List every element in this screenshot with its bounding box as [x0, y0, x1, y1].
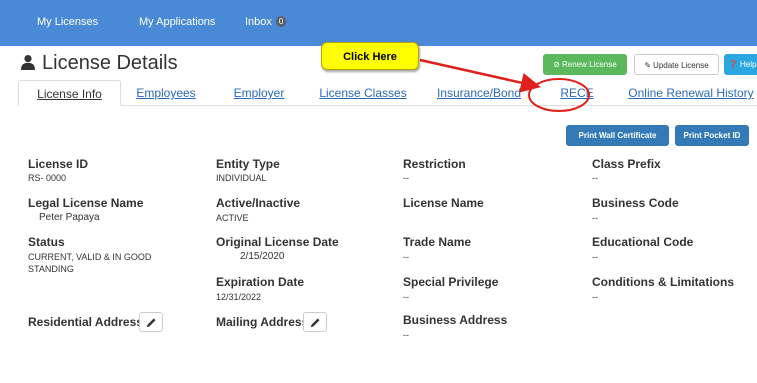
pencil-icon [310, 318, 320, 328]
trade-name-value: -- [403, 252, 409, 262]
original-license-date-label: Original License Date [216, 235, 339, 249]
nav-my-applications[interactable]: My Applications [139, 16, 215, 28]
original-license-date-value: 2/15/2020 [240, 251, 285, 262]
educational-code-label: Educational Code [592, 235, 694, 249]
nav-inbox-label: Inbox [245, 16, 272, 28]
legal-license-name-value: Peter Papaya [39, 212, 100, 223]
help-label: Help [739, 60, 757, 69]
trade-name-label: Trade Name [403, 235, 472, 249]
nav-inbox[interactable]: Inbox 0 [245, 16, 287, 28]
status-label: Status [28, 235, 65, 249]
update-license-label: Update License [653, 61, 709, 70]
edit-icon: ✎ [644, 61, 652, 70]
business-code-value: -- [592, 213, 598, 223]
tab-employer[interactable]: Employer [224, 80, 294, 106]
status-value-line2: STANDING [28, 264, 74, 274]
mailing-address-label: Mailing Address [216, 315, 309, 329]
business-address-value: -- [403, 330, 409, 340]
class-prefix-label: Class Prefix [592, 157, 661, 171]
active-inactive-label: Active/Inactive [216, 196, 301, 210]
renew-license-button[interactable]: ⊘ Renew License [543, 54, 627, 75]
legal-license-name-label: Legal License Name [28, 196, 144, 210]
update-license-button[interactable]: ✎ Update License [634, 54, 719, 75]
print-wall-certificate-button[interactable]: Print Wall Certificate [566, 125, 669, 146]
edit-residential-address-button[interactable] [139, 312, 163, 332]
page-title: License Details [20, 52, 178, 75]
business-code-label: Business Code [592, 196, 679, 210]
print-pocket-id-button[interactable]: Print Pocket ID [675, 125, 749, 146]
help-button[interactable]: ❓ Help [724, 54, 757, 75]
license-tabs: License Info Employees Employer License … [18, 80, 757, 106]
conditions-limitations-value: -- [592, 292, 598, 302]
question-circle-icon: ❓ [728, 60, 738, 69]
special-privilege-label: Special Privilege [403, 275, 499, 289]
educational-code-value: -- [592, 252, 598, 262]
tab-insurance-bond[interactable]: Insurance/Bond [433, 80, 525, 106]
status-value-line1: CURRENT, VALID & IN GOOD [28, 252, 152, 262]
pencil-icon [146, 318, 156, 328]
active-inactive-value: ACTIVE [216, 213, 249, 223]
tab-rece[interactable]: RECE [553, 80, 601, 106]
click-here-callout: Click Here [321, 42, 419, 70]
license-id-label: License ID [28, 157, 89, 171]
inbox-count-badge: 0 [275, 16, 287, 27]
special-privilege-value: -- [403, 292, 409, 302]
expiration-date-label: Expiration Date [216, 275, 305, 289]
ban-icon: ⊘ [553, 60, 560, 69]
expiration-date-value: 12/31/2022 [216, 292, 262, 302]
license-name-label: License Name [403, 196, 484, 210]
tab-employees[interactable]: Employees [126, 80, 206, 106]
class-prefix-value: -- [592, 173, 598, 183]
restriction-label: Restriction [403, 157, 466, 171]
conditions-limitations-label: Conditions & Limitations [592, 275, 734, 289]
license-id-value: RS- 0000 [28, 173, 67, 183]
renew-license-label: Renew License [562, 60, 617, 69]
entity-type-value: INDIVIDUAL [216, 173, 267, 183]
top-navbar: My Licenses My Applications Inbox 0 [0, 0, 757, 46]
residential-address-label: Residential Address [28, 315, 143, 329]
nav-my-licenses[interactable]: My Licenses [37, 16, 98, 28]
edit-mailing-address-button[interactable] [303, 312, 327, 332]
tab-online-renewal-history[interactable]: Online Renewal History [625, 80, 757, 106]
tab-license-classes[interactable]: License Classes [315, 80, 411, 106]
page-title-text: License Details [42, 52, 178, 74]
user-icon [20, 54, 36, 70]
business-address-label: Business Address [403, 313, 508, 327]
restriction-value: -- [403, 173, 409, 183]
tab-license-info[interactable]: License Info [18, 80, 121, 106]
entity-type-label: Entity Type [216, 157, 280, 171]
